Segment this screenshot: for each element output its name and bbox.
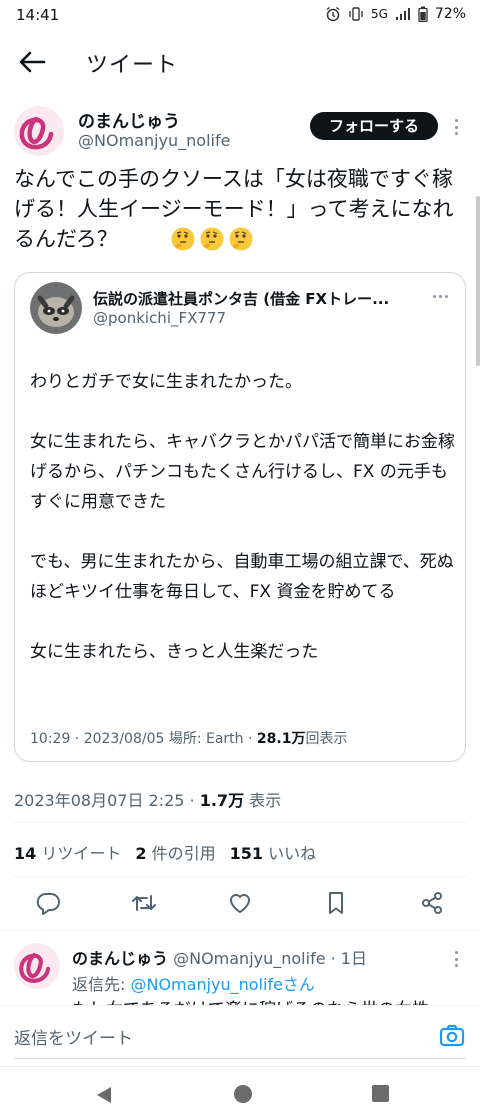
- retweets-label: リツイート: [36, 844, 122, 863]
- follow-button[interactable]: フォローする: [310, 112, 438, 140]
- system-nav-bar: [0, 1066, 480, 1120]
- author-name[interactable]: のまんじゅう: [78, 107, 180, 132]
- reply-compose-bar: 返信をツイート: [0, 1005, 480, 1065]
- quote-text: わりとガチで女に生まれたかった。 女に生まれたら、キャバクラとかパパ活で簡単にお…: [30, 372, 455, 662]
- retweet-icon[interactable]: [131, 890, 157, 916]
- battery-percent: 72%: [434, 6, 466, 22]
- camera-icon[interactable]: [438, 1022, 466, 1050]
- status-icons: 5G 72%: [325, 6, 466, 22]
- share-icon[interactable]: [419, 890, 445, 916]
- quote-author-name[interactable]: 伝説の派遣社員ポンタ吉 (借金 FXトレー...: [93, 288, 423, 309]
- battery-icon: [418, 6, 428, 22]
- avatar[interactable]: [30, 282, 82, 334]
- reply-handle-time: @NOmanjyu_nolife · 1日: [168, 949, 367, 968]
- views-count: 1.7万: [199, 791, 245, 810]
- tweet-stats: 14 リツイート 2 件の引用 151 いいね: [14, 840, 316, 864]
- more-options-icon[interactable]: [450, 949, 462, 969]
- action-bar: [0, 878, 480, 928]
- app-header: ツイート: [0, 32, 480, 92]
- scrollbar[interactable]: [476, 196, 480, 366]
- input-underline: [14, 1058, 466, 1059]
- reply-tweet[interactable]: のまんじゅう @NOmanjyu_nolife · 1日 返信先: @NOman…: [0, 930, 480, 1010]
- comment-icon[interactable]: [35, 890, 61, 916]
- quotes-count: 2: [135, 844, 147, 863]
- reply-to-link[interactable]: @NOmanjyu_nolifeさん: [130, 975, 314, 994]
- thinking-face-icon: [171, 227, 195, 251]
- quotes-stat[interactable]: 2 件の引用: [135, 840, 215, 864]
- raccoon-avatar-icon: [30, 282, 82, 334]
- no-logo-icon: [14, 106, 64, 156]
- likes-count: 151: [229, 844, 263, 863]
- divider: [14, 876, 466, 877]
- status-bar: 14:41 5G 72%: [0, 0, 480, 32]
- signal-icon: [395, 8, 410, 20]
- page-title: ツイート: [86, 53, 179, 78]
- quote-views-label: 回表示: [305, 731, 348, 747]
- nav-back-icon[interactable]: [94, 1085, 114, 1105]
- more-options-icon[interactable]: [450, 117, 462, 137]
- likes-label: いいね: [263, 844, 317, 863]
- thinking-face-icon: [229, 227, 253, 251]
- likes-stat[interactable]: 151 いいね: [230, 840, 317, 864]
- vibrate-icon: [349, 7, 363, 21]
- quoted-tweet[interactable]: 伝説の派遣社員ポンタ吉 (借金 FXトレー... @ponkichi_FX777…: [14, 272, 466, 762]
- avatar[interactable]: [14, 106, 64, 156]
- quote-meta-text: 10:29 · 2023/08/05 場所: Earth ·: [30, 731, 257, 747]
- quote-author-handle[interactable]: @ponkichi_FX777: [93, 309, 226, 327]
- reply-header: のまんじゅう @NOmanjyu_nolife · 1日: [72, 945, 367, 969]
- nav-recents-icon[interactable]: [372, 1085, 389, 1102]
- avatar[interactable]: [14, 943, 60, 989]
- arrow-left-icon[interactable]: [16, 48, 48, 76]
- thinking-face-icon: [200, 227, 224, 251]
- timestamp-text: 2023年08月07日 2:25 ·: [14, 791, 200, 810]
- network-type: 5G: [370, 7, 388, 21]
- reply-to: 返信先: @NOmanjyu_nolifeさん: [72, 971, 315, 995]
- heart-icon[interactable]: [227, 890, 253, 916]
- emoji-row: [170, 226, 254, 252]
- author-handle[interactable]: @NOmanjyu_nolife: [78, 131, 230, 150]
- reply-to-label: 返信先:: [72, 975, 131, 994]
- no-logo-icon: [14, 943, 60, 989]
- quote-views-count: 28.1万: [256, 731, 306, 747]
- status-time: 14:41: [16, 6, 60, 24]
- retweets-count: 14: [14, 844, 37, 863]
- alarm-icon: [326, 6, 340, 22]
- quote-meta: 10:29 · 2023/08/05 場所: Earth · 28.1万回表示: [30, 728, 347, 748]
- bookmark-icon[interactable]: [323, 890, 349, 916]
- views-label: 表示: [244, 791, 282, 810]
- more-options-icon[interactable]: [433, 295, 448, 298]
- tweet-timestamp: 2023年08月07日 2:25 · 1.7万 表示: [14, 787, 281, 811]
- reply-input[interactable]: 返信をツイート: [14, 1024, 133, 1049]
- reply-author-name[interactable]: のまんじゅう: [72, 949, 168, 968]
- retweets-stat[interactable]: 14 リツイート: [14, 840, 121, 864]
- divider: [14, 822, 466, 823]
- quotes-label: 件の引用: [146, 844, 216, 863]
- nav-home-icon[interactable]: [234, 1085, 252, 1103]
